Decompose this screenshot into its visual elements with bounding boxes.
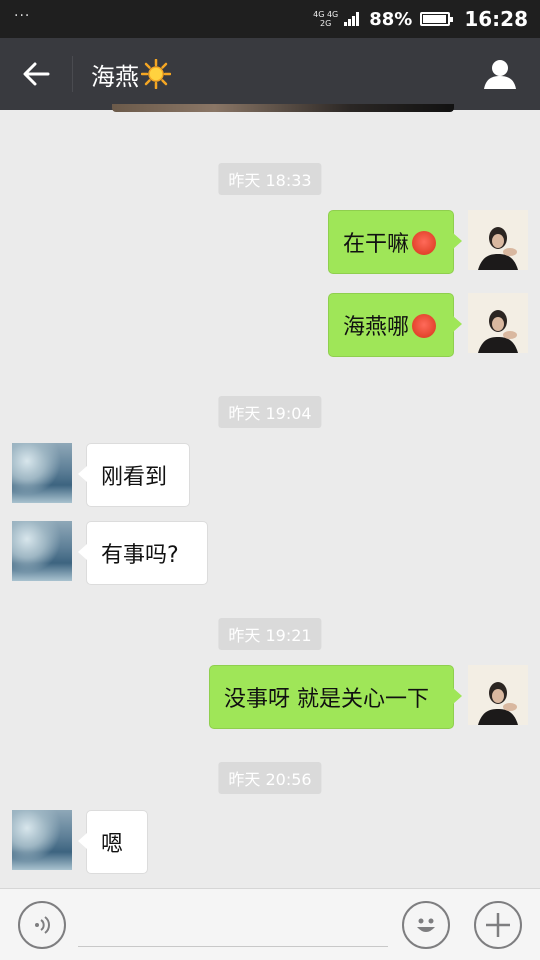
message-input[interactable] — [78, 903, 388, 947]
blush-emoji-icon — [412, 231, 437, 255]
chat-title: 海燕 — [91, 57, 171, 92]
blush-emoji-icon — [412, 314, 437, 338]
contact-name: 海燕 — [91, 62, 139, 91]
emoji-button[interactable] — [402, 901, 450, 949]
message-text: 刚看到 — [101, 465, 168, 490]
input-bar — [0, 888, 540, 960]
message-bubble-received[interactable]: 刚看到 — [78, 443, 190, 507]
my-avatar[interactable] — [468, 210, 528, 270]
friend-avatar[interactable] — [12, 443, 72, 503]
person-icon — [484, 60, 516, 89]
chat-info-button[interactable] — [480, 54, 520, 94]
chat-header: 海燕 — [0, 38, 540, 110]
plus-icon — [486, 913, 510, 937]
friend-avatar[interactable] — [12, 521, 72, 581]
message-text: 嗯 — [101, 832, 124, 857]
timestamp: 昨天 19:21 — [218, 618, 322, 650]
voice-icon — [35, 916, 50, 934]
sun-emoji-icon — [141, 59, 171, 89]
back-button[interactable] — [0, 38, 72, 110]
message-text: 有事吗? — [101, 543, 179, 568]
message-bubble-received[interactable]: 嗯 — [78, 810, 148, 874]
message-bubble-sent[interactable]: 在干嘛 — [328, 210, 462, 274]
chat-history[interactable]: 昨天 18:33 在干嘛 海燕哪 昨天 19:04 刚看到 有事吗? 昨天 19… — [0, 110, 540, 888]
signal-icon — [344, 12, 360, 26]
message-text: 在干嘛 — [343, 232, 410, 257]
battery-percent: 88% — [369, 8, 413, 30]
notification-dots: ··· — [14, 8, 31, 24]
timestamp: 昨天 20:56 — [218, 762, 322, 794]
message-text: 海燕哪 — [343, 315, 410, 340]
timestamp: 昨天 19:04 — [218, 396, 322, 428]
network-type: 4G 4G 2G — [313, 10, 339, 28]
message-bubble-received[interactable]: 有事吗? — [78, 521, 208, 585]
message-bubble-sent[interactable]: 海燕哪 — [328, 293, 462, 357]
avatar-photo — [468, 210, 528, 270]
battery-icon — [420, 12, 454, 26]
more-button[interactable] — [474, 901, 522, 949]
voice-button[interactable] — [18, 901, 66, 949]
emoji-icon — [417, 918, 435, 932]
clock: 16:28 — [464, 7, 528, 31]
avatar-photo — [468, 293, 528, 353]
title-divider — [72, 56, 73, 92]
message-bubble-sent[interactable]: 没事呀 就是关心一下 — [209, 665, 462, 729]
timestamp: 昨天 18:33 — [218, 163, 322, 195]
my-avatar[interactable] — [468, 293, 528, 353]
avatar-photo — [468, 665, 528, 725]
my-avatar[interactable] — [468, 665, 528, 725]
arrow-left-icon — [23, 62, 50, 86]
friend-avatar[interactable] — [12, 810, 72, 870]
status-indicators: 4G 4G 2G 88% 16:28 — [313, 7, 528, 31]
status-bar: ··· 4G 4G 2G 88% 16:28 — [0, 0, 540, 38]
message-text: 没事呀 就是关心一下 — [224, 687, 429, 712]
